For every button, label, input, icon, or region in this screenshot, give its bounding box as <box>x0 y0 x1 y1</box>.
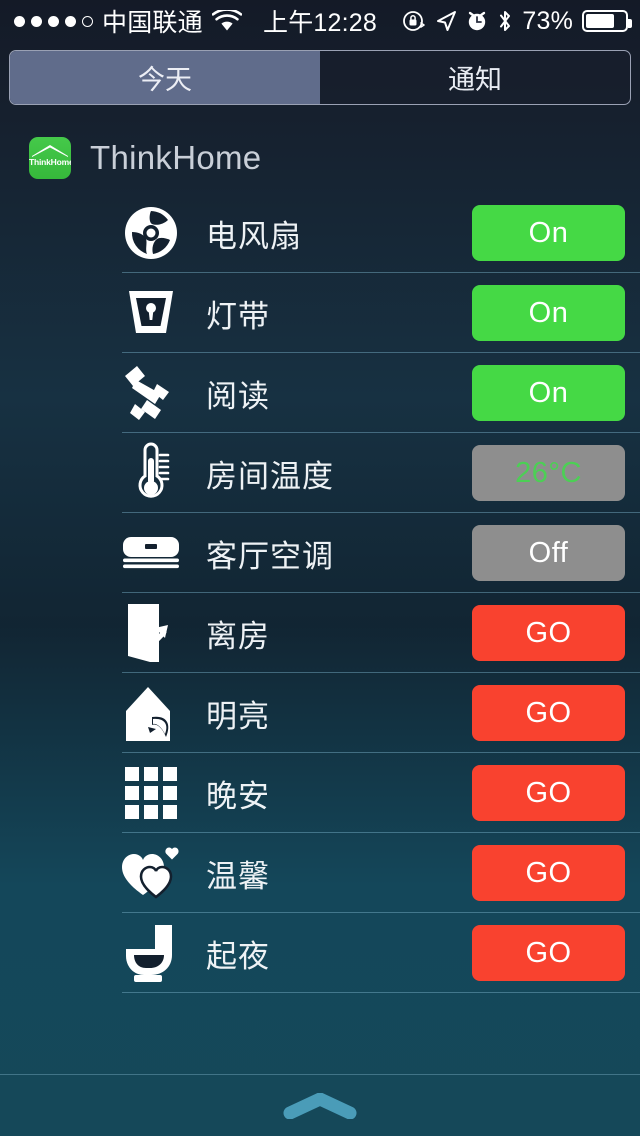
scene-go-button[interactable]: GO <box>472 765 625 821</box>
fan-icon <box>118 204 184 262</box>
toilet-icon <box>118 923 184 983</box>
list-item-label: 房间温度 <box>206 458 334 494</box>
status-bar-right: 73% <box>402 6 632 36</box>
air-conditioner-icon <box>118 534 184 572</box>
list-item[interactable]: 离房 GO <box>0 593 640 673</box>
light-strip-icon <box>118 287 184 339</box>
alarm-clock-icon <box>466 9 488 33</box>
list-item-label: 电风扇 <box>206 218 302 254</box>
list-item[interactable]: 电风扇 On <box>0 193 640 273</box>
bluetooth-icon <box>497 9 513 33</box>
tab-today[interactable]: 今天 <box>10 51 320 104</box>
bottom-divider <box>0 1074 640 1075</box>
list-item-label: 晚安 <box>206 778 270 814</box>
list-item[interactable]: 阅读 On <box>0 353 640 433</box>
list-item[interactable]: 明亮 GO <box>0 673 640 753</box>
list-item[interactable]: 温馨 GO <box>0 833 640 913</box>
toggle-button[interactable]: Off <box>472 525 625 581</box>
list-item-label: 阅读 <box>206 378 270 414</box>
list-item[interactable]: 房间温度 26°C <box>0 433 640 513</box>
widget-header[interactable]: ThinkHome ThinkHome <box>0 125 640 191</box>
battery-icon <box>582 10 632 32</box>
location-arrow-icon <box>435 9 457 33</box>
grid-icon <box>118 766 184 820</box>
battery-percent-label: 73% <box>522 6 573 35</box>
scene-go-button[interactable]: GO <box>472 925 625 981</box>
temperature-value-button[interactable]: 26°C <box>472 445 625 501</box>
list-item[interactable]: 起夜 GO <box>0 913 640 993</box>
toggle-button[interactable]: On <box>472 285 625 341</box>
scene-go-button[interactable]: GO <box>472 685 625 741</box>
segmented-control[interactable]: 今天 通知 <box>9 50 631 105</box>
list-item-label: 明亮 <box>206 698 270 734</box>
list-item[interactable]: 晚安 GO <box>0 753 640 833</box>
notification-center-screen: 中国联通 上午12:28 73% 今天 通知 ThinkHome ThinkHo… <box>0 0 640 1136</box>
toggle-button[interactable]: On <box>472 365 625 421</box>
thermometer-icon <box>118 442 184 504</box>
widget-title: ThinkHome <box>90 139 262 176</box>
battery-fill <box>586 14 614 28</box>
roof-glyph <box>32 145 68 157</box>
tab-notifications[interactable]: 通知 <box>320 51 630 104</box>
list-item-label: 离房 <box>206 618 270 654</box>
scene-go-button[interactable]: GO <box>472 605 625 661</box>
device-list: 电风扇 On 灯带 On 阅读 On 房间温度 26°C 客厅空调 Off 离房… <box>0 193 640 993</box>
toggle-button[interactable]: On <box>472 205 625 261</box>
list-item-label: 客厅空调 <box>206 538 334 574</box>
list-item[interactable]: 客厅空调 Off <box>0 513 640 593</box>
chevron-up-grabber-icon[interactable] <box>282 1093 358 1119</box>
desk-lamp-icon <box>118 364 184 422</box>
hearts-icon <box>118 847 184 899</box>
list-item-label: 温馨 <box>206 858 270 894</box>
rotation-lock-icon <box>402 9 426 33</box>
door-exit-icon <box>118 602 184 664</box>
list-item-label: 起夜 <box>206 938 270 974</box>
app-icon-brand-label: ThinkHome <box>29 157 71 167</box>
thinkhome-app-icon: ThinkHome <box>29 137 71 179</box>
house-icon <box>118 683 184 743</box>
status-bar: 中国联通 上午12:28 73% <box>0 0 640 42</box>
scene-go-button[interactable]: GO <box>472 845 625 901</box>
list-item[interactable]: 灯带 On <box>0 273 640 353</box>
list-item-label: 灯带 <box>206 298 270 334</box>
